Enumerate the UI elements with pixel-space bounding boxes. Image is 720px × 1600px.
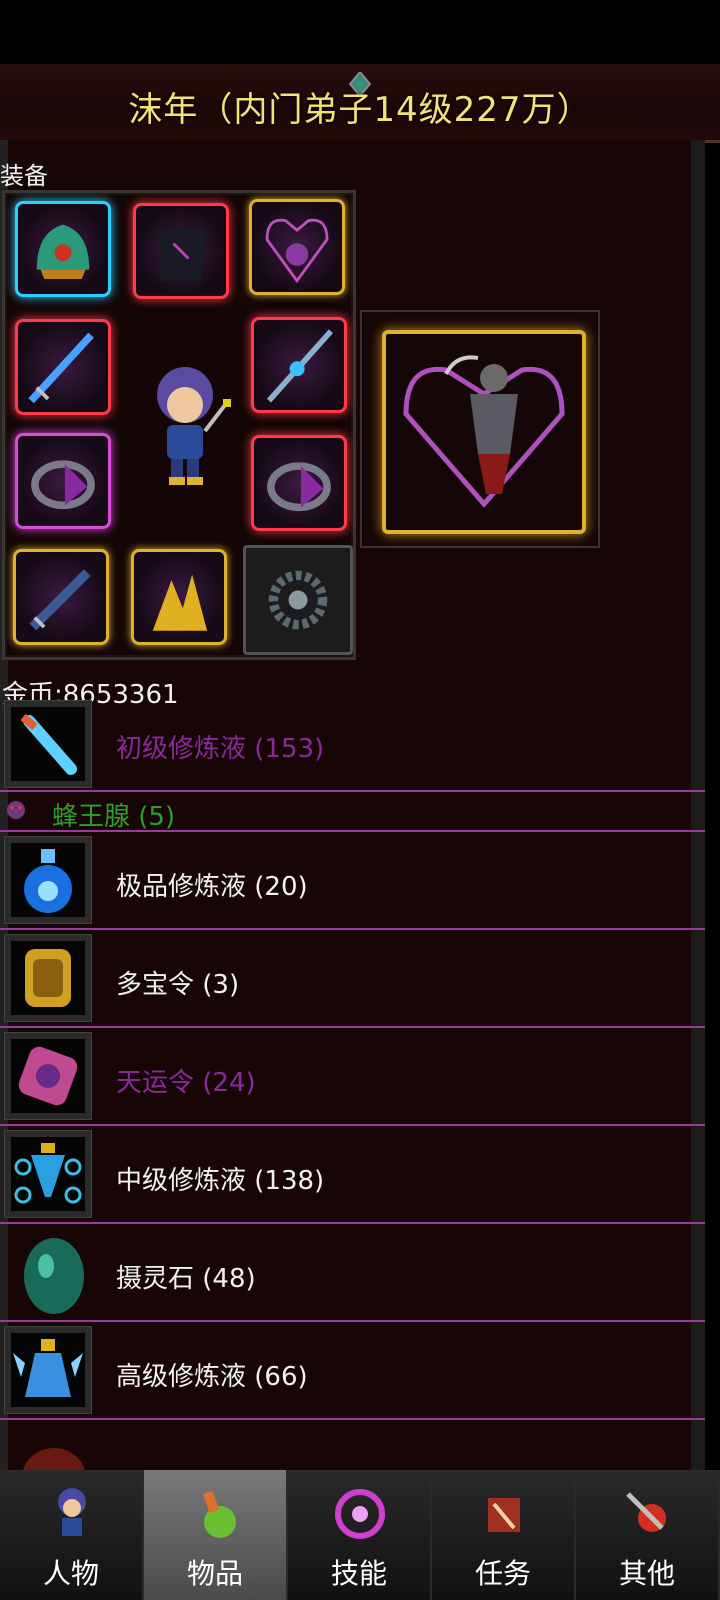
dark-armor-icon [156,228,206,281]
bead-slot[interactable] [243,545,353,655]
amulet-slot[interactable] [249,199,345,295]
armor-slot[interactable] [133,203,229,299]
item-name: 蜂王腺 (5) [52,802,176,832]
bracer-slot[interactable] [13,549,109,645]
item-name: 天运令 (24) [116,1068,256,1098]
prayer-beads-icon [268,570,328,630]
armored-beast-icon [403,355,565,508]
item-icon-frame [4,1326,92,1414]
pet-frame [382,330,586,534]
pink-token-icon [18,1046,78,1106]
equipment-label: 装备 [0,162,48,190]
character-icon [58,1488,86,1536]
ring-icon [267,462,331,512]
flame-blade-icon [152,574,208,631]
skill-swirl-icon [335,1489,385,1539]
character-avatar [157,367,231,485]
tab-label: 其他 [618,1557,675,1590]
list-item[interactable]: 高级修炼液 (66) [0,1322,705,1420]
tab-quests[interactable]: 任务 [432,1470,576,1600]
tab-label: 人物 [42,1557,99,1590]
pet-panel[interactable] [360,310,600,548]
tab-character[interactable]: 人物 [0,1470,144,1600]
blue-flask-icon [24,849,72,913]
item-name: 初级修炼液 (153) [116,734,325,764]
ring-left-slot[interactable] [15,433,111,529]
ring-right-slot[interactable] [251,435,347,531]
item-name: 中级修炼液 (138) [116,1166,325,1196]
tab-skills[interactable]: 技能 [288,1470,432,1600]
bottom-tab-bar: 人物 物品 技能 任务 其他 [0,1470,720,1600]
list-item[interactable]: 极品修炼液 (20) [0,832,705,930]
bee-icon [7,801,25,819]
item-icon-frame [4,934,92,1022]
tab-label: 物品 [186,1557,243,1590]
item-icon-frame [4,700,92,788]
item-icon-frame [4,836,92,924]
gold-token-icon [25,949,71,1007]
boots-slot[interactable] [131,549,227,645]
item-icon [23,1448,85,1470]
list-item[interactable]: 初级修炼液 (153) [0,696,705,792]
winged-flask-icon [13,1339,83,1397]
green-egg-stone-icon [24,1238,84,1314]
item-name: 多宝令 (3) [116,970,240,1000]
staff-icon [266,329,333,403]
weapon-right-slot[interactable] [251,317,347,413]
blade-icon [29,569,91,631]
blue-vial-icon [20,713,77,775]
page-title: 沫年（内门弟子14级227万） [128,90,592,130]
list-item[interactable]: 摄灵石 (48) [0,1224,705,1322]
list-item[interactable]: 蜂王腺 (5) [0,792,705,832]
helmet-slot[interactable] [15,201,111,297]
list-item[interactable] [0,1420,705,1470]
item-name: 极品修炼液 (20) [116,872,308,902]
item-name: 摄灵石 (48) [116,1264,256,1294]
tab-items[interactable]: 物品 [144,1470,288,1600]
tab-label: 任务 [474,1557,531,1590]
tab-label: 技能 [330,1557,387,1590]
amulet-icon [265,218,329,284]
item-name: 高级修炼液 (66) [116,1362,308,1392]
sword-shield-icon [626,1492,666,1532]
bottle-orbs-icon [14,1143,82,1204]
weapon-left-slot[interactable] [15,319,111,415]
equipment-panel [2,190,356,660]
potion-bag-icon [202,1490,236,1538]
quest-scroll-icon [488,1498,520,1532]
item-icon-frame [4,1032,92,1120]
status-bar [0,0,720,64]
ring-icon [31,460,95,510]
sword-icon [28,332,94,404]
list-item[interactable]: 多宝令 (3) [0,930,705,1028]
tab-other[interactable]: 其他 [576,1470,720,1600]
list-item[interactable]: 中级修炼液 (138) [0,1126,705,1224]
item-icon-frame [4,1130,92,1218]
list-item[interactable]: 天运令 (24) [0,1028,705,1126]
helmet-icon [36,224,90,279]
